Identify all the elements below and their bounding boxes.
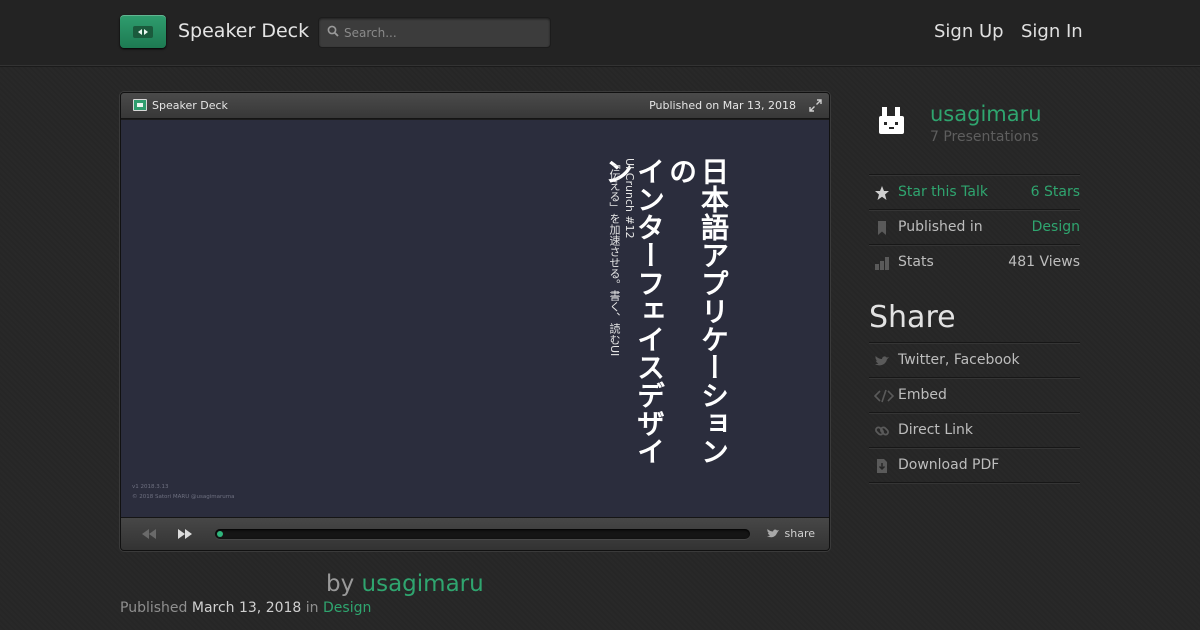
star-icon xyxy=(875,186,889,200)
player-share-label: share xyxy=(784,527,816,540)
share-heading: Share xyxy=(869,300,956,335)
slide-footer: v1 2018.3.13 © 2018 Satori MARU @usagima… xyxy=(132,482,234,502)
player-share-button[interactable]: share xyxy=(766,527,816,540)
twitter-icon xyxy=(766,529,779,538)
player-controls: share xyxy=(121,517,829,550)
stats-row: Stats 481 Views xyxy=(869,244,1080,279)
code-icon xyxy=(874,389,894,403)
published-date: March 13, 2018 xyxy=(191,600,302,616)
slide-player: Speaker Deck Published on Mar 13, 2018 日… xyxy=(120,92,830,551)
byline-prefix: by xyxy=(326,571,355,597)
stats-label: Stats xyxy=(898,254,934,270)
share-twitter-facebook[interactable]: Twitter, Facebook xyxy=(869,342,1080,377)
player-brand[interactable]: Speaker Deck xyxy=(152,99,228,112)
speakerdeck-logo[interactable] xyxy=(120,15,166,48)
slide-subtitle-line: UI Crunch #12 xyxy=(623,158,636,239)
share-item-label[interactable]: Download PDF xyxy=(898,457,999,473)
share-item-label[interactable]: Embed xyxy=(898,387,947,403)
sidebar-divider xyxy=(869,482,1080,483)
rewind-icon[interactable] xyxy=(141,528,157,540)
byline: by usagimaru xyxy=(326,571,484,597)
forward-icon[interactable] xyxy=(177,528,193,540)
stars-count[interactable]: 6 Stars xyxy=(1031,184,1080,200)
sign-in-link[interactable]: Sign In xyxy=(1021,21,1083,42)
mini-logo-icon xyxy=(133,99,147,111)
views-count: 481 Views xyxy=(1008,254,1080,270)
published-prefix: Published xyxy=(120,600,188,616)
user-presentations-count[interactable]: 7 Presentations xyxy=(930,129,1039,145)
published-in-category-link[interactable]: Design xyxy=(1032,219,1080,235)
bookmark-icon xyxy=(878,221,886,235)
progress-bar[interactable] xyxy=(215,529,750,539)
byline-author-link[interactable]: usagimaru xyxy=(362,571,484,597)
published-in-row: Published in Design xyxy=(869,209,1080,244)
avatar[interactable] xyxy=(873,102,913,142)
slide-title: 日本語アプリケーションの インターフェイスデザイン xyxy=(601,157,730,487)
player-toolbar: Speaker Deck Published on Mar 13, 2018 xyxy=(121,93,829,119)
search-icon xyxy=(327,25,339,37)
slide-subtitle: UI Crunch #12 「伝える」を加速させる。書く、読むUI xyxy=(597,158,637,458)
search-box[interactable] xyxy=(318,17,551,48)
search-input[interactable] xyxy=(344,18,544,47)
share-embed[interactable]: Embed xyxy=(869,377,1080,412)
star-this-talk-row[interactable]: Star this Talk 6 Stars xyxy=(869,174,1080,209)
link-icon xyxy=(875,426,889,436)
published-category-link[interactable]: Design xyxy=(323,600,371,616)
slide-view[interactable]: 日本語アプリケーションの インターフェイスデザイン UI Crunch #12 … xyxy=(121,120,829,517)
twitter-icon xyxy=(875,356,889,366)
brand-name[interactable]: Speaker Deck xyxy=(178,20,309,42)
slide-footer-line: © 2018 Satori MARU @usagimaruma xyxy=(132,494,235,500)
share-item-label[interactable]: Twitter, Facebook xyxy=(898,352,1020,368)
share-direct-link[interactable]: Direct Link xyxy=(869,412,1080,447)
expand-icon[interactable] xyxy=(809,99,822,112)
player-published-date: Published on Mar 13, 2018 xyxy=(649,99,796,112)
slide-footer-line: v1 2018.3.13 xyxy=(132,484,169,490)
download-icon xyxy=(877,459,887,473)
slide-subtitle-line: 「伝える」を加速させる。書く、読むUI xyxy=(608,158,621,357)
sign-up-link[interactable]: Sign Up xyxy=(934,21,1004,42)
share-download-pdf[interactable]: Download PDF xyxy=(869,447,1080,482)
star-this-talk-button[interactable]: Star this Talk xyxy=(898,184,988,200)
progress-fill xyxy=(217,531,223,537)
share-item-label[interactable]: Direct Link xyxy=(898,422,973,438)
top-header: Speaker Deck Sign Up Sign In xyxy=(0,0,1200,66)
published-in-label: Published in xyxy=(898,219,983,235)
published-in: in xyxy=(305,600,319,616)
user-name-link[interactable]: usagimaru xyxy=(930,102,1042,126)
stats-icon xyxy=(875,257,889,270)
published-line: Published March 13, 2018 in Design xyxy=(120,600,371,616)
slide-title-line: 日本語アプリケーションの xyxy=(665,157,730,465)
